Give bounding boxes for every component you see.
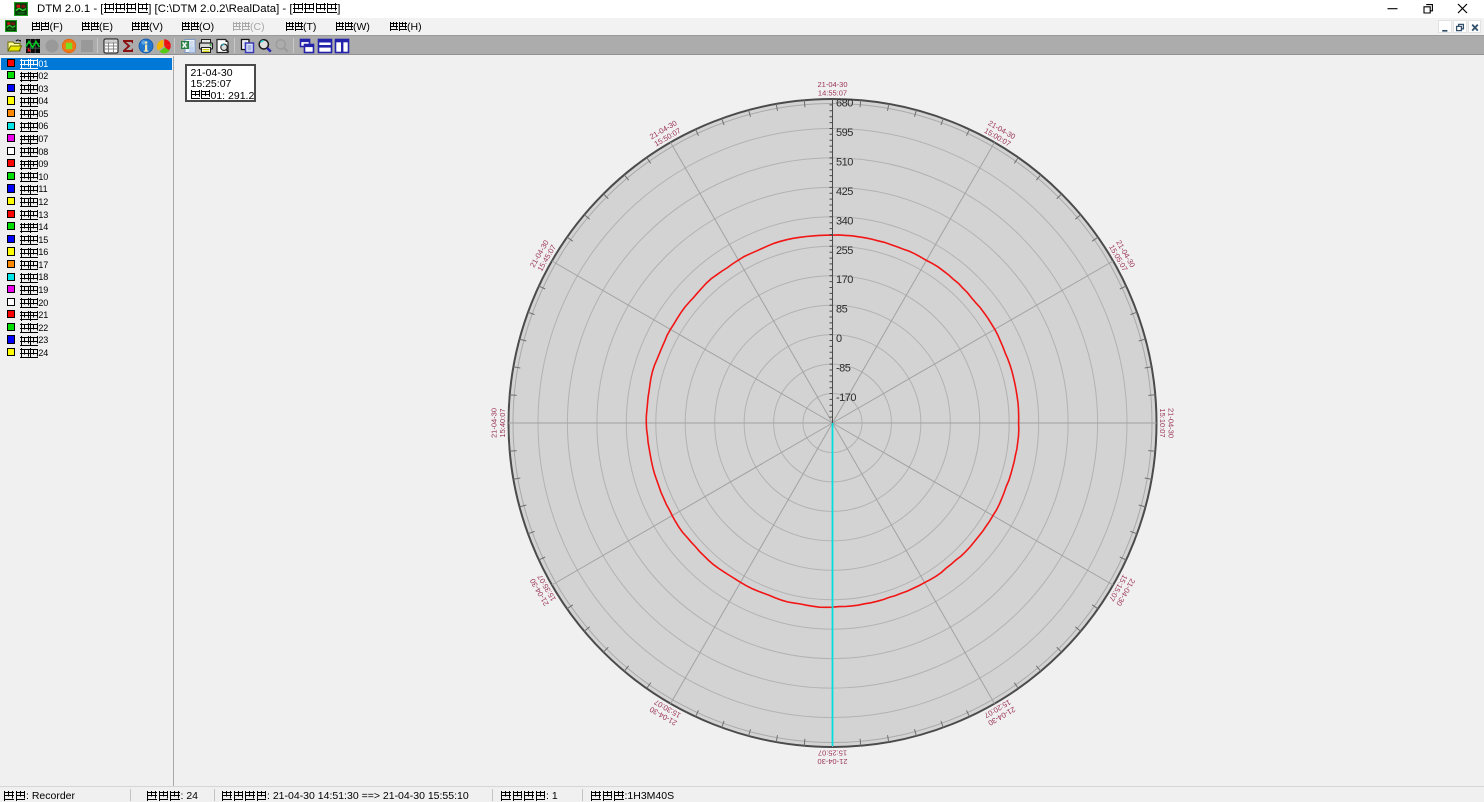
svg-text:85: 85 [836,304,848,316]
svg-text:15:25:07: 15:25:07 [818,749,847,758]
svg-text:595: 595 [836,127,853,139]
svg-text:680: 680 [836,98,853,110]
svg-text:170: 170 [836,274,853,286]
svg-text:0: 0 [836,333,842,345]
svg-text:510: 510 [836,156,853,168]
svg-text:425: 425 [836,186,853,198]
svg-text:15:10:07: 15:10:07 [1158,408,1167,437]
svg-text:340: 340 [836,215,853,227]
svg-text:-85: -85 [836,363,851,375]
svg-text:-170: -170 [836,392,856,404]
svg-text:255: 255 [836,245,853,257]
svg-text:14:55:07: 14:55:07 [818,89,847,98]
svg-text:15:40:07: 15:40:07 [498,408,507,437]
